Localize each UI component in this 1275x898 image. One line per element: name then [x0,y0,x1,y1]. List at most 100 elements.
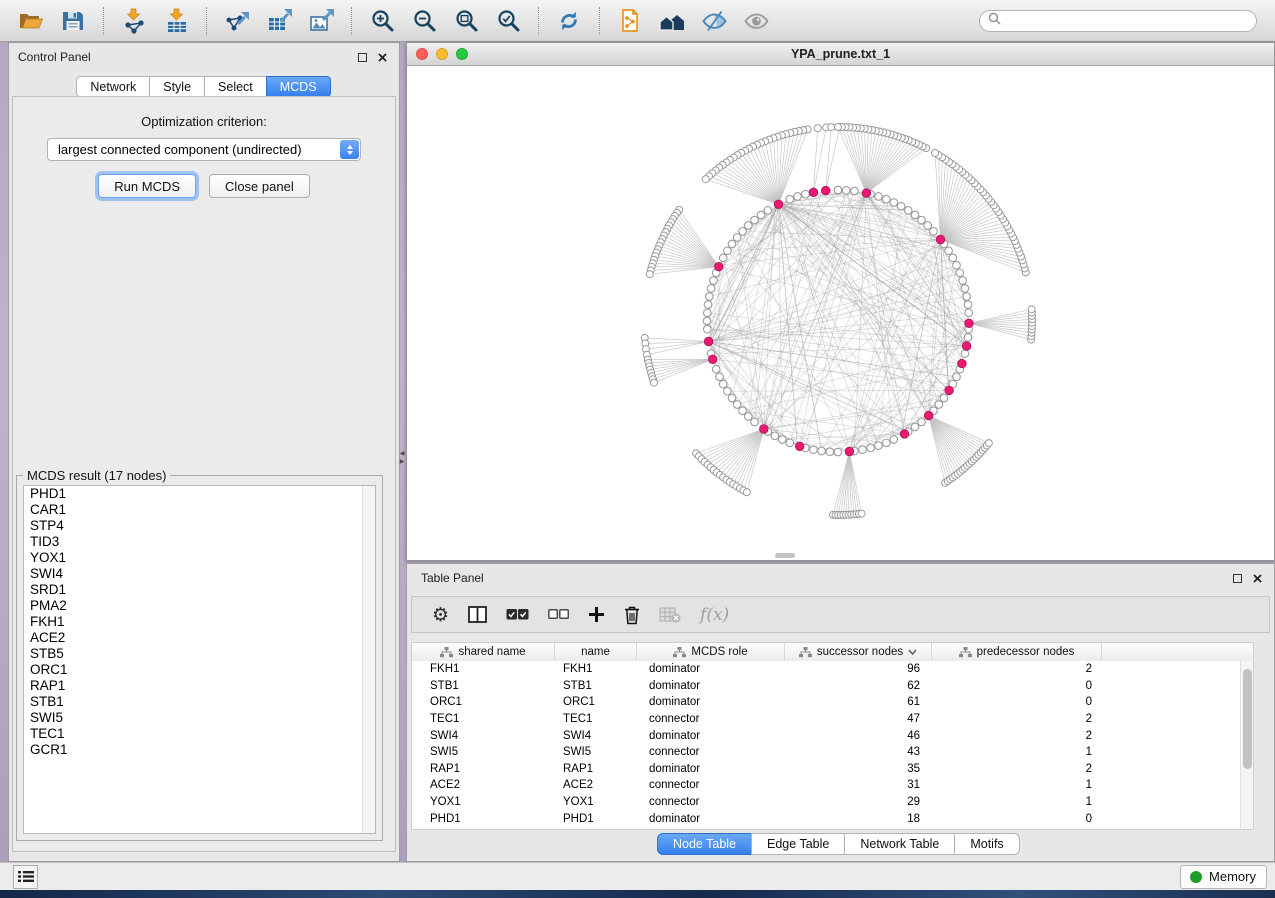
table-cell: YOX1 [412,796,555,808]
column-header-name[interactable]: name [555,643,637,661]
add-column-icon[interactable] [588,602,605,628]
open-folder-icon[interactable] [13,3,49,39]
mcds-result-list[interactable]: PHD1CAR1STP4TID3YOX1SWI4SRD1PMA2FKH1ACE2… [23,485,376,834]
float-window-icon[interactable] [1229,570,1245,586]
horizontal-scrollbar-thumb[interactable] [775,553,795,558]
collapse-right-icon[interactable]: ▶ [400,459,405,465]
column-header-shared-name[interactable]: shared name [412,643,555,661]
column-header-predecessor-nodes[interactable]: predecessor nodes [932,643,1102,661]
optimization-criterion-select[interactable]: largest connected component (undirected) [47,138,361,161]
float-window-icon[interactable] [354,49,370,65]
import-table-icon[interactable] [158,3,194,39]
close-panel-button[interactable]: Close panel [209,174,310,198]
table-row[interactable]: PHD1PHD1dominator180 [412,810,1253,827]
mcds-result-item[interactable]: PMA2 [24,598,375,614]
save-icon[interactable] [55,3,91,39]
table-row[interactable]: TEC1TEC1connector472 [412,711,1253,728]
mcds-result-item[interactable]: FKH1 [24,614,375,630]
collapse-left-icon[interactable]: ◀ [400,451,405,457]
mcds-list-scrollbar[interactable] [362,486,375,833]
mcds-result-item[interactable]: TID3 [24,534,375,550]
zoom-in-icon[interactable] [364,3,400,39]
export-table-icon[interactable] [261,3,297,39]
zoom-selected-icon[interactable] [490,3,526,39]
vertical-scrollbar[interactable] [1240,661,1253,829]
panel-splitter[interactable]: ◀▶ [398,447,406,469]
table-cell: PHD1 [555,813,637,825]
document-network-icon[interactable] [612,3,648,39]
mcds-result-item[interactable]: ORC1 [24,662,375,678]
network-window-titlebar[interactable]: YPA_prune.txt_1 [407,43,1274,66]
table-cell: connector [637,713,785,725]
table-row[interactable]: STB1STB1dominator620 [412,678,1253,695]
search-box[interactable] [979,10,1257,32]
mcds-result-item[interactable]: STB1 [24,694,375,710]
refresh-icon[interactable] [551,3,587,39]
delete-column-icon[interactable] [624,602,640,628]
network-column-icon [673,647,686,658]
column-header-successor-nodes[interactable]: successor nodes [785,643,932,661]
home-icon[interactable] [654,3,690,39]
export-network-icon[interactable] [219,3,255,39]
search-input[interactable] [1006,14,1248,28]
export-image-icon[interactable] [303,3,339,39]
show-panels-list-icon[interactable] [13,865,38,889]
mcds-result-item[interactable]: SWI4 [24,566,375,582]
tab-style[interactable]: Style [149,76,205,97]
zoom-out-icon[interactable] [406,3,442,39]
eye-slash-icon[interactable] [696,3,732,39]
column-header-mcds-role[interactable]: MCDS role [637,643,785,661]
tab-mcds[interactable]: MCDS [266,76,331,97]
close-icon[interactable] [1249,570,1265,586]
mcds-result-item[interactable]: TEC1 [24,726,375,742]
mcds-result-item[interactable]: CAR1 [24,502,375,518]
table-row[interactable]: YOX1YOX1connector291 [412,794,1253,811]
table-cell: 96 [785,663,932,675]
mcds-result-item[interactable]: SRD1 [24,582,375,598]
network-canvas[interactable] [407,66,1274,560]
split-columns-icon[interactable] [468,602,487,628]
gear-icon[interactable]: ⚙ [432,602,449,628]
table-cell: ORC1 [412,696,555,708]
mcds-result-item[interactable]: GCR1 [24,742,375,758]
table-type-tabs: Node Table Edge Table Network Table Moti… [658,833,1020,855]
tab-network-table[interactable]: Network Table [844,833,955,855]
table-cell: 43 [785,746,932,758]
mcds-result-item[interactable]: RAP1 [24,678,375,694]
tab-select[interactable]: Select [204,76,267,97]
run-mcds-button[interactable]: Run MCDS [98,174,196,198]
memory-button[interactable]: Memory [1180,865,1267,889]
mcds-result-box: MCDS result (17 nodes) PHD1CAR1STP4TID3Y… [16,468,383,841]
import-network-icon[interactable] [116,3,152,39]
mcds-result-item[interactable]: STB5 [24,646,375,662]
tab-network[interactable]: Network [76,76,150,97]
tab-motifs[interactable]: Motifs [954,833,1019,855]
control-panel-tabs: Network Style Select MCDS [9,76,399,97]
table-header-row: shared name name MCDS role successor nod… [411,642,1254,662]
mcds-result-item[interactable]: PHD1 [24,486,375,502]
mcds-result-item[interactable]: YOX1 [24,550,375,566]
table-row[interactable]: FKH1FKH1dominator962 [412,661,1253,678]
table-row[interactable]: ACE2ACE2connector311 [412,777,1253,794]
table-row[interactable]: SWI5SWI5connector431 [412,744,1253,761]
zoom-fit-icon[interactable] [448,3,484,39]
close-icon[interactable] [374,49,390,65]
mcds-result-item[interactable]: SWI5 [24,710,375,726]
mcds-result-item[interactable]: ACE2 [24,630,375,646]
select-all-icon[interactable] [506,602,529,628]
mcds-result-item[interactable]: STP4 [24,518,375,534]
ring-nodes[interactable] [641,124,1035,519]
table-toolbar: ⚙ f(x) [411,596,1270,633]
sort-chevron-icon [908,649,917,655]
tab-node-table[interactable]: Node Table [657,833,752,855]
table-cell: dominator [637,680,785,692]
table-row[interactable]: ORC1ORC1dominator610 [412,694,1253,711]
table-row[interactable]: SWI4SWI4dominator462 [412,727,1253,744]
deselect-all-icon[interactable] [548,602,569,628]
network-graph[interactable] [407,66,1274,560]
tab-edge-table[interactable]: Edge Table [751,833,845,855]
table-cell: 0 [932,696,1102,708]
eye-icon[interactable] [738,3,774,39]
table-row[interactable]: RAP1RAP1dominator352 [412,761,1253,778]
vertical-scrollbar-thumb[interactable] [1243,669,1252,769]
